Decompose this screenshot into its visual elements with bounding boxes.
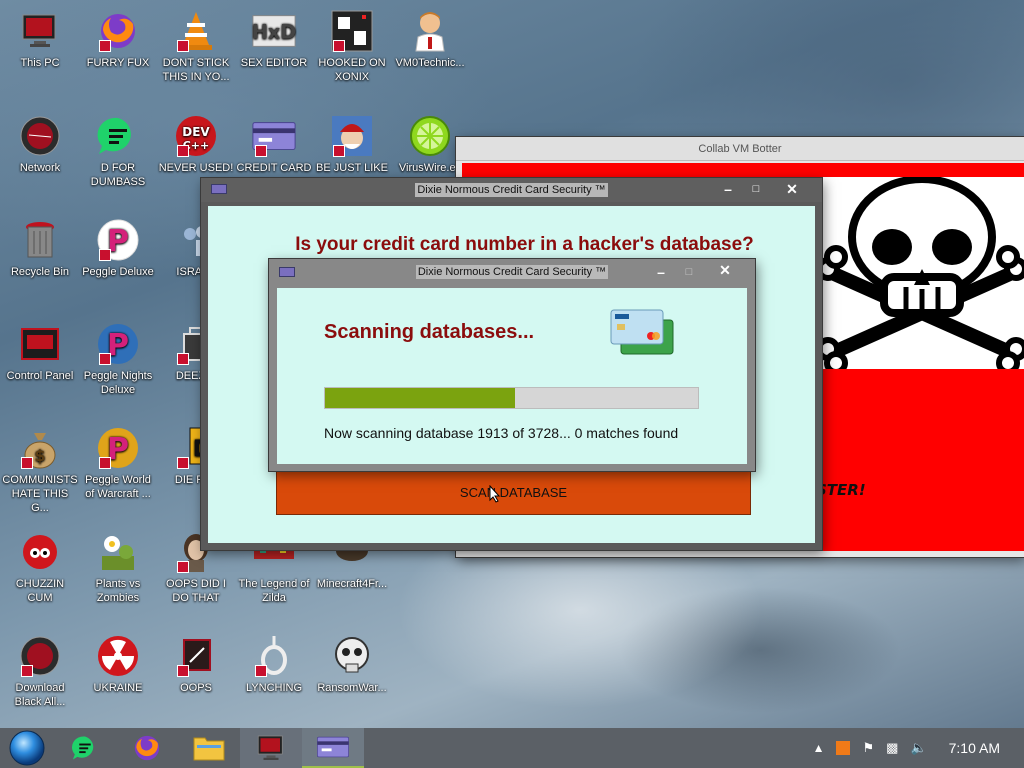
desktop-icon-oops[interactable]: OOPS <box>156 633 236 695</box>
desktop-icon-lynching[interactable]: LYNCHING <box>234 633 314 695</box>
oops-icon <box>173 633 219 679</box>
lime-icon <box>407 113 453 159</box>
titlebar[interactable]: Dixie Normous Credit Card Security ™ – □… <box>269 259 755 285</box>
xonix-icon <box>329 8 375 54</box>
desktop-icon-download-black[interactable]: Download Black All... <box>0 633 80 709</box>
titlebar[interactable]: Dixie Normous Credit Card Security ™ – □… <box>201 178 822 202</box>
flower-icon <box>95 529 141 575</box>
desktop-icon-peggle-nights[interactable]: P Peggle Nights Deluxe <box>78 321 158 397</box>
scan-status-text: Now scanning database 1913 of 3728... 0 … <box>324 425 679 441</box>
network-icon <box>17 633 63 679</box>
skull-icon <box>329 633 375 679</box>
maximize-button[interactable]: □ <box>746 180 766 198</box>
taskbar-app-firefox[interactable] <box>116 728 178 768</box>
chevron-up-icon[interactable]: ▲ <box>813 741 825 755</box>
radiation-icon <box>95 633 141 679</box>
desktop-icon-sex-editor[interactable]: HxD SEX EDITOR <box>234 8 314 70</box>
desktop-icon-never-used[interactable]: DEV C++ NEVER USED! <box>156 113 236 175</box>
window-title: Dixie Normous Credit Card Security ™ <box>415 183 608 197</box>
desktop-icon-ransomware[interactable]: RansomWar... <box>312 633 392 695</box>
desktop-icon-furry-fux[interactable]: FURRY FUX <box>78 8 158 70</box>
desktop-icon-hooked-on-xonix[interactable]: HOOKED ON XONIX <box>312 8 392 84</box>
scan-progress-bar <box>324 387 699 409</box>
minimize-button[interactable]: – <box>651 263 671 281</box>
monitor-icon <box>257 735 283 760</box>
start-button[interactable] <box>0 728 54 768</box>
credit-card-icon <box>317 736 349 758</box>
vlc-cone-icon <box>173 8 219 54</box>
desktop-icon-communists[interactable]: $ COMMUNISTS HATE THIS G... <box>0 425 80 515</box>
scan-database-button[interactable]: SCAN DATABASE <box>276 470 751 515</box>
chuzzle-icon <box>17 529 63 575</box>
system-tray: ▲ ⚑ ▩ 🔈 7:10 AM <box>801 728 1024 768</box>
peggle-icon: P <box>95 425 141 471</box>
desktop-icon-be-just-like[interactable]: BE JUST LIKE <box>312 113 392 175</box>
desktop-icon-peggle-deluxe[interactable]: P Peggle Deluxe <box>78 217 158 279</box>
skull-panel <box>816 175 1024 375</box>
peggle-icon: P <box>95 217 141 263</box>
close-button[interactable]: ✕ <box>782 180 802 198</box>
monitor-icon <box>17 8 63 54</box>
taskbar-app-explorer[interactable] <box>178 728 240 768</box>
desktop-icon-ukraine[interactable]: UKRAINE <box>78 633 158 695</box>
taskbar-app-monitor[interactable] <box>240 728 302 768</box>
desktop-icon-this-pc[interactable]: This PC <box>0 8 80 70</box>
control-panel-icon <box>17 321 63 367</box>
botter-banner-text: STER! <box>816 481 866 499</box>
taskbar: ▲ ⚑ ▩ 🔈 7:10 AM <box>0 728 1024 768</box>
file-explorer-icon <box>193 737 225 761</box>
credit-card-icon <box>279 267 295 277</box>
network-icon <box>17 113 63 159</box>
desktop-icon-chuzzin[interactable]: CHUZZIN CUM <box>0 529 80 605</box>
hxd-icon: HxD <box>251 8 297 54</box>
skull-crossbones-icon <box>816 175 1024 375</box>
credit-cards-icon <box>609 308 675 361</box>
devcpp-icon: DEV C++ <box>173 113 219 159</box>
main-heading: Is your credit card number in a hacker's… <box>295 234 754 255</box>
desktop-icon-recycle-bin[interactable]: Recycle Bin <box>0 217 80 279</box>
chat-icon <box>72 736 94 760</box>
dialog-content: Scanning databases... Now scanning datab… <box>277 288 747 464</box>
desktop-icon-dont-stick[interactable]: DONT STICK THIS IN YO... <box>156 8 236 84</box>
desktop-icon-credit-card[interactable]: CREDIT CARD <box>234 113 314 175</box>
mouse-cursor-icon <box>489 484 501 508</box>
dialog-scanning[interactable]: Dixie Normous Credit Card Security ™ – □… <box>269 259 755 471</box>
minimize-button[interactable]: – <box>718 180 738 198</box>
peggle-icon: P <box>95 321 141 367</box>
chat-icon <box>95 113 141 159</box>
noose-icon <box>251 633 297 679</box>
money-bag-icon: $ <box>17 425 63 471</box>
svg-text:DEV: DEV <box>182 125 210 139</box>
taskbar-app-chat[interactable] <box>54 728 116 768</box>
network-tray-icon[interactable]: ▩ <box>886 740 898 756</box>
maximize-button[interactable]: □ <box>679 263 699 281</box>
desktop-icon-d-for-dumbass[interactable]: D FOR DUMBASS <box>78 113 158 189</box>
desktop-icon-vm0technic[interactable]: VM0Technic... <box>390 8 470 70</box>
volume-icon[interactable]: 🔈 <box>910 740 926 756</box>
doctor-icon <box>407 8 453 54</box>
clock[interactable]: 7:10 AM <box>949 740 1000 756</box>
window-title: Dixie Normous Credit Card Security ™ <box>415 265 609 279</box>
close-button[interactable]: ✕ <box>715 261 735 279</box>
credit-card-icon <box>211 184 227 194</box>
scanning-heading: Scanning databases... <box>324 321 535 343</box>
tray-app-icon[interactable] <box>836 741 851 755</box>
scan-progress-fill <box>325 388 516 408</box>
flag-icon[interactable]: ⚑ <box>862 740 874 756</box>
credit-card-icon <box>251 113 297 159</box>
desktop-icon-network[interactable]: Network <box>0 113 80 175</box>
window-title: Collab VM Botter <box>456 137 1024 161</box>
taskbar-app-credit-card[interactable] <box>302 728 364 768</box>
start-orb-icon <box>9 730 45 766</box>
desktop-icon-pvz[interactable]: Plants vs Zombies <box>78 529 158 605</box>
desktop-icon-peggle-wow[interactable]: P Peggle World of Warcraft ... <box>78 425 158 501</box>
recycle-bin-icon <box>17 217 63 263</box>
svg-text:HxD: HxD <box>252 21 296 44</box>
firefox-icon <box>134 735 160 761</box>
elf-icon <box>329 113 375 159</box>
desktop-icon-control-panel[interactable]: Control Panel <box>0 321 80 383</box>
firefox-icon <box>95 8 141 54</box>
svg-text:$: $ <box>34 446 45 465</box>
